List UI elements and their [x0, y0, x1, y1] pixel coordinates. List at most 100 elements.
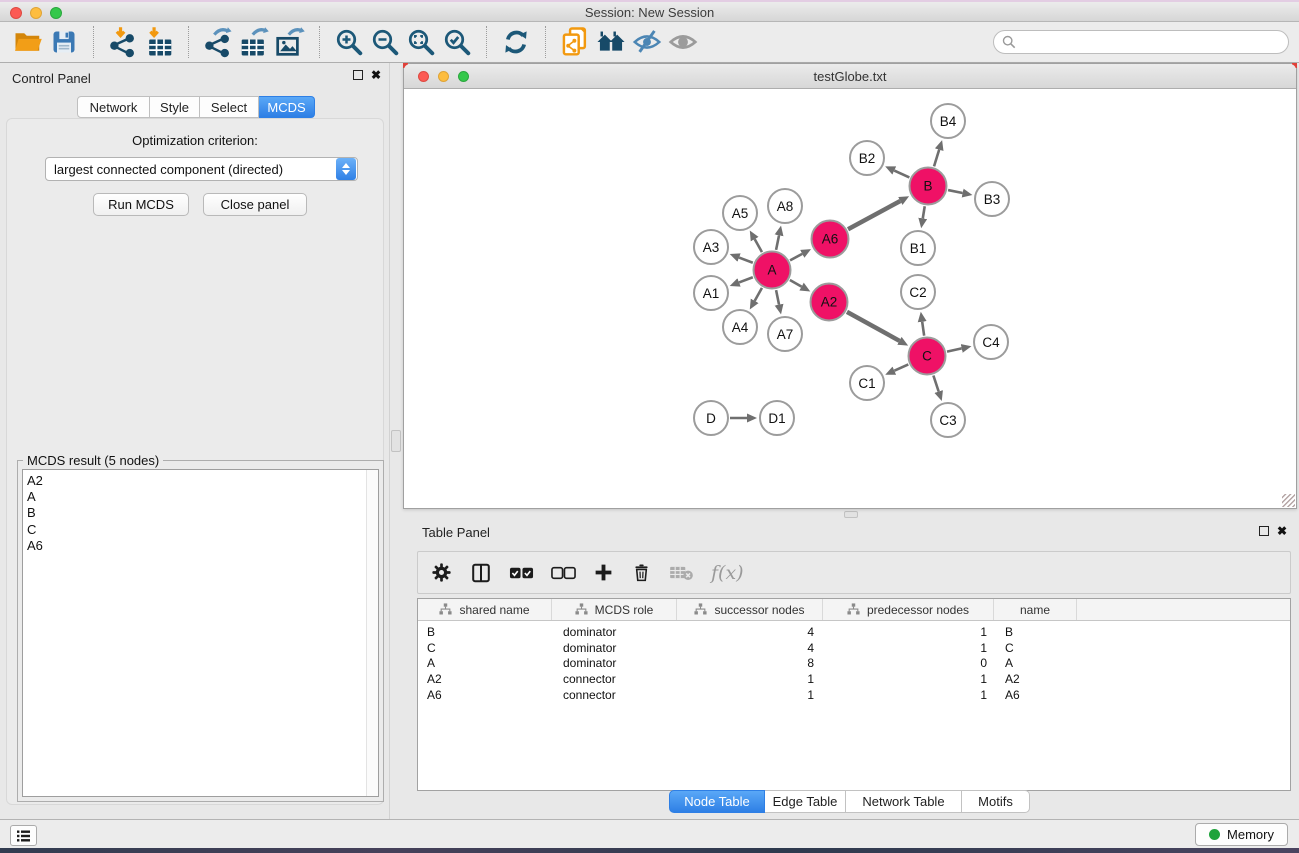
- column-header-mcds-role[interactable]: MCDS role: [552, 599, 677, 620]
- graph-edge-A-A2[interactable]: [790, 280, 802, 287]
- graph-node-B1[interactable]: B1: [900, 230, 936, 266]
- mcds-result-item[interactable]: A2: [27, 473, 378, 489]
- table-cell-name[interactable]: A6: [994, 688, 1077, 702]
- table-cell-predecessor_nodes[interactable]: 1: [823, 625, 994, 639]
- zoom-selected-button[interactable]: [439, 25, 475, 59]
- graph-node-A6[interactable]: A6: [811, 220, 850, 259]
- control-panel-close-icon[interactable]: ✖: [371, 70, 381, 80]
- refresh-button[interactable]: [498, 25, 534, 59]
- graph-edge-A-A1[interactable]: [739, 277, 753, 282]
- table-row[interactable]: A2connector11A2: [418, 671, 1290, 687]
- mcds-result-item[interactable]: C: [27, 522, 378, 538]
- graph-edge-C-C4[interactable]: [947, 348, 962, 351]
- network-window-titlebar[interactable]: testGlobe.txt: [404, 64, 1296, 89]
- table-cell-predecessor_nodes[interactable]: 1: [823, 688, 994, 702]
- graph-node-C[interactable]: C: [908, 337, 947, 376]
- column-header-name[interactable]: name: [994, 599, 1077, 620]
- table-cell-mcds_role[interactable]: connector: [552, 672, 677, 686]
- graph-edge-C-C2[interactable]: [922, 322, 924, 336]
- table-cell-shared_name[interactable]: A6: [418, 688, 552, 702]
- graph-edge-A-A4[interactable]: [755, 288, 762, 301]
- mcds-result-item[interactable]: A: [27, 489, 378, 505]
- graph-edge-A-A3[interactable]: [739, 258, 753, 263]
- export-network-button[interactable]: [200, 25, 236, 59]
- tab-style[interactable]: Style: [150, 96, 200, 118]
- graph-node-A8[interactable]: A8: [767, 188, 803, 224]
- hide-graphics-button[interactable]: [629, 25, 665, 59]
- graph-node-C3[interactable]: C3: [930, 402, 966, 438]
- table-cell-shared_name[interactable]: C: [418, 641, 552, 655]
- tab-mcds[interactable]: MCDS: [259, 96, 315, 118]
- network-view-window[interactable]: testGlobe.txt B4B2BB3A5A8A6B1A3AC2A1A2A4…: [403, 63, 1297, 509]
- show-columns-button[interactable]: [470, 558, 492, 588]
- table-row[interactable]: A6connector11A6: [418, 687, 1290, 703]
- table-cell-shared_name[interactable]: A2: [418, 672, 552, 686]
- graph-node-A5[interactable]: A5: [722, 195, 758, 231]
- home-view-button[interactable]: [593, 25, 629, 59]
- tab-network[interactable]: Network: [77, 96, 150, 118]
- table-cell-predecessor_nodes[interactable]: 1: [823, 672, 994, 686]
- window-resize-grip[interactable]: [1282, 494, 1295, 507]
- horizontal-splitter-handle[interactable]: [844, 511, 858, 518]
- deselect-all-button[interactable]: [551, 558, 576, 588]
- graph-node-A3[interactable]: A3: [693, 229, 729, 265]
- table-cell-mcds_role[interactable]: connector: [552, 688, 677, 702]
- tab-node-table[interactable]: Node Table: [669, 790, 765, 813]
- result-list-scrollbar[interactable]: [366, 470, 378, 796]
- table-panel-close-icon[interactable]: ✖: [1277, 526, 1287, 536]
- table-cell-name[interactable]: B: [994, 625, 1077, 639]
- graph-edge-A-A8[interactable]: [776, 235, 779, 250]
- table-cell-predecessor_nodes[interactable]: 1: [823, 641, 994, 655]
- network-canvas[interactable]: B4B2BB3A5A8A6B1A3AC2A1A2A4A7C4CC1DD1C3: [404, 89, 1296, 508]
- graph-edge-B-B2[interactable]: [894, 171, 909, 178]
- graph-node-C2[interactable]: C2: [900, 274, 936, 310]
- graph-node-C1[interactable]: C1: [849, 365, 885, 401]
- optimization-criterion-dropdown[interactable]: largest connected component (directed): [45, 157, 358, 181]
- table-cell-name[interactable]: A: [994, 656, 1077, 670]
- graph-node-A4[interactable]: A4: [722, 309, 758, 345]
- vertical-splitter-handle[interactable]: [391, 430, 401, 452]
- table-cell-successor_nodes[interactable]: 1: [677, 672, 823, 686]
- graph-node-D1[interactable]: D1: [759, 400, 795, 436]
- run-mcds-button[interactable]: Run MCDS: [93, 193, 189, 216]
- table-row[interactable]: Cdominator41C: [418, 640, 1290, 656]
- zoom-fit-button[interactable]: [403, 25, 439, 59]
- column-header-predecessor-nodes[interactable]: predecessor nodes: [823, 599, 994, 620]
- mcds-result-item[interactable]: A6: [27, 538, 378, 554]
- graph-edge-A2-C[interactable]: [847, 312, 899, 341]
- zoom-out-button[interactable]: [367, 25, 403, 59]
- duplicate-network-button[interactable]: [557, 25, 593, 59]
- graph-node-D[interactable]: D: [693, 400, 729, 436]
- delete-column-button[interactable]: [631, 558, 652, 588]
- open-session-button[interactable]: [10, 25, 46, 59]
- graph-node-B3[interactable]: B3: [974, 181, 1010, 217]
- table-settings-button[interactable]: [430, 558, 453, 588]
- graph-node-C4[interactable]: C4: [973, 324, 1009, 360]
- graph-edge-A-A5[interactable]: [755, 239, 762, 252]
- apply-function-button[interactable]: f(x): [711, 558, 744, 588]
- table-cell-mcds_role[interactable]: dominator: [552, 656, 677, 670]
- toolbar-search[interactable]: [993, 30, 1289, 54]
- close-panel-button[interactable]: Close panel: [203, 193, 307, 216]
- delete-table-button[interactable]: [669, 558, 694, 588]
- mcds-result-item[interactable]: B: [27, 505, 378, 521]
- graph-edge-A-A6[interactable]: [790, 254, 802, 260]
- table-cell-successor_nodes[interactable]: 8: [677, 656, 823, 670]
- graph-node-B4[interactable]: B4: [930, 103, 966, 139]
- table-row[interactable]: Bdominator41B: [418, 624, 1290, 640]
- select-all-button[interactable]: [509, 558, 534, 588]
- graph-edge-B-B3[interactable]: [948, 190, 963, 193]
- export-image-button[interactable]: [272, 25, 308, 59]
- graph-edge-A-A7[interactable]: [776, 290, 779, 305]
- task-history-button[interactable]: [10, 825, 37, 846]
- table-cell-successor_nodes[interactable]: 4: [677, 641, 823, 655]
- zoom-in-button[interactable]: [331, 25, 367, 59]
- table-panel-float-icon[interactable]: [1259, 526, 1269, 536]
- column-header-shared-name[interactable]: shared name: [418, 599, 552, 620]
- export-table-button[interactable]: [236, 25, 272, 59]
- tab-select[interactable]: Select: [200, 96, 259, 118]
- memory-button[interactable]: Memory: [1195, 823, 1288, 846]
- graph-node-A7[interactable]: A7: [767, 316, 803, 352]
- search-input[interactable]: [1021, 35, 1288, 50]
- table-cell-successor_nodes[interactable]: 4: [677, 625, 823, 639]
